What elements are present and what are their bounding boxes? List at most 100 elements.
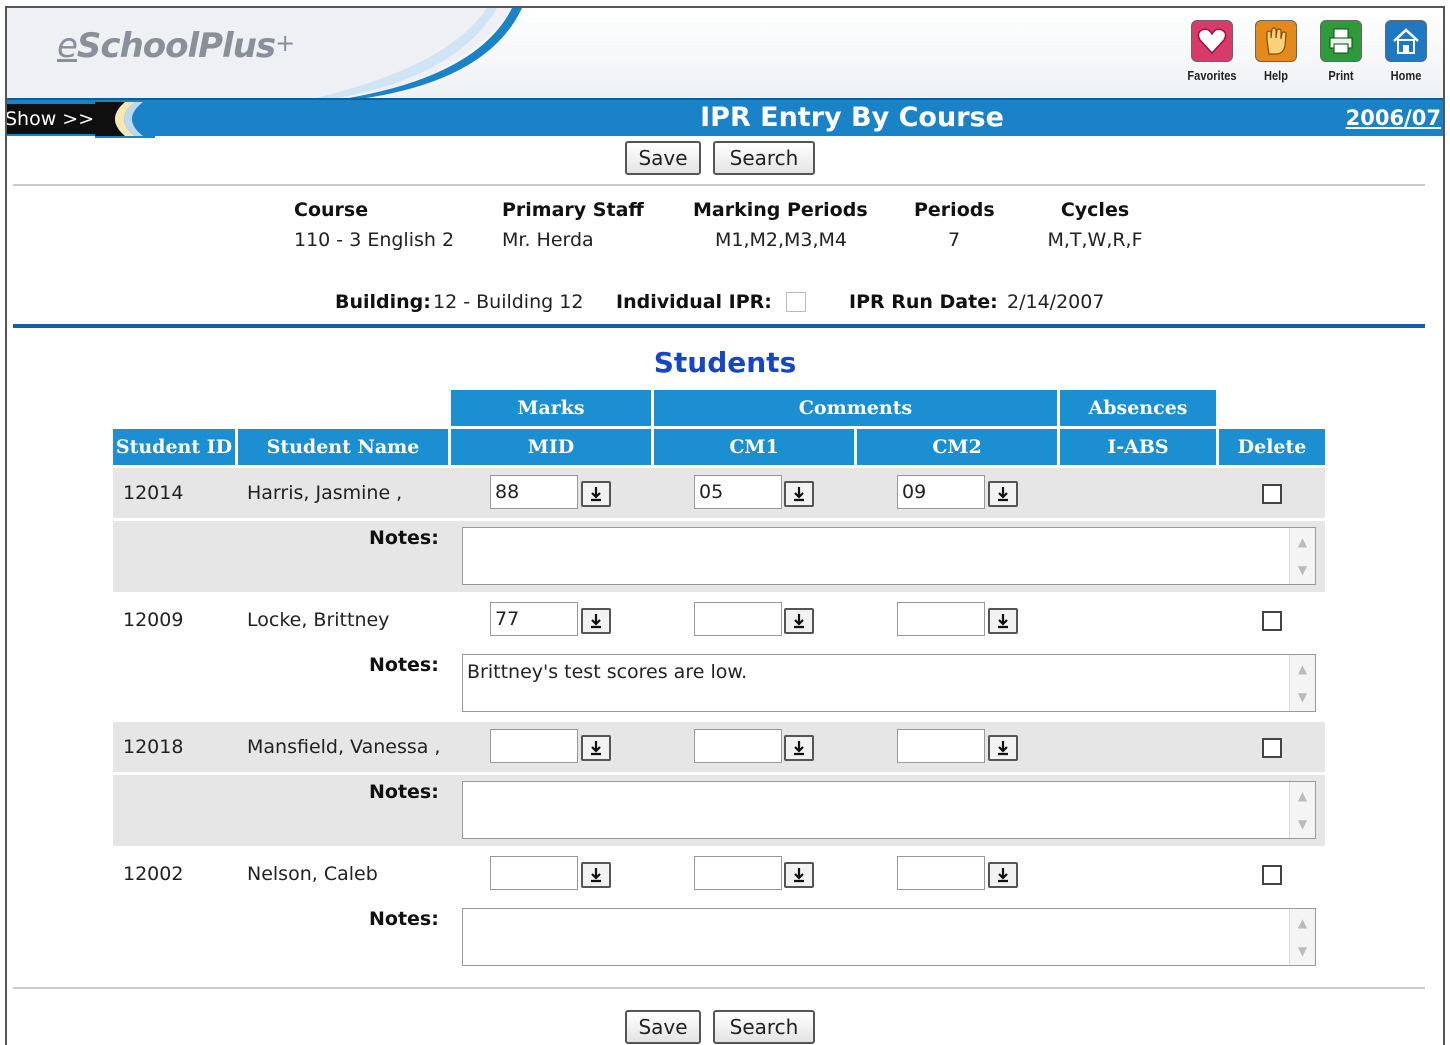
mid-input[interactable]: 77: [490, 602, 578, 636]
cm2-dropdown-button[interactable]: [988, 481, 1018, 507]
printer-icon: [1320, 20, 1362, 62]
scroll-down-icon[interactable]: ▼: [1290, 810, 1315, 838]
arrow-down-icon: [591, 868, 601, 883]
cycles-value: M,T,W,R,F: [1047, 229, 1143, 251]
arrow-down-icon: [591, 741, 601, 756]
notes-textarea[interactable]: ▲ ▼: [462, 781, 1316, 839]
scrollbar[interactable]: ▲ ▼: [1289, 909, 1315, 965]
student-name: Locke, Brittney: [247, 609, 390, 631]
scroll-up-icon[interactable]: ▲: [1290, 909, 1315, 937]
notes-textarea[interactable]: Brittney's test scores are low. ▲ ▼: [462, 654, 1316, 712]
arrow-down-icon: [998, 487, 1008, 502]
cm2-input[interactable]: [897, 856, 985, 890]
delete-checkbox[interactable]: [1262, 865, 1282, 885]
students-title: Students: [653, 346, 797, 379]
primary-staff-label: Primary Staff: [502, 199, 644, 221]
cm2-dropdown-button[interactable]: [988, 608, 1018, 634]
mid-dropdown-button[interactable]: [581, 735, 611, 761]
heart-icon: [1191, 20, 1233, 62]
individual-ipr-label: Individual IPR:: [616, 291, 772, 313]
arrow-down-icon: [591, 614, 601, 629]
delete-checkbox[interactable]: [1262, 611, 1282, 631]
delete-checkbox[interactable]: [1262, 738, 1282, 758]
save-button-top[interactable]: Save: [625, 141, 701, 175]
building-label: Building:: [335, 291, 431, 313]
notes-textarea[interactable]: ▲ ▼: [462, 527, 1316, 585]
marks-group-header: Marks: [451, 390, 651, 426]
divider: [13, 184, 1425, 186]
divider: [13, 987, 1425, 989]
cm1-dropdown-button[interactable]: [784, 862, 814, 888]
scroll-down-icon[interactable]: ▼: [1290, 937, 1315, 965]
student-id-header: Student ID: [113, 429, 235, 465]
title-bar: Show >> IPR Entry By Course 2006/07: [7, 98, 1443, 138]
cm2-dropdown-button[interactable]: [988, 862, 1018, 888]
periods-value: 7: [947, 229, 961, 251]
hand-icon: [1255, 20, 1297, 62]
arrow-down-icon: [998, 614, 1008, 629]
mid-dropdown-button[interactable]: [581, 481, 611, 507]
cm2-header: CM2: [857, 429, 1057, 465]
student-id: 12009: [123, 609, 184, 631]
cm1-dropdown-button[interactable]: [784, 735, 814, 761]
cm1-header: CM1: [654, 429, 854, 465]
scroll-down-icon[interactable]: ▼: [1290, 683, 1315, 711]
individual-ipr-checkbox[interactable]: [786, 292, 806, 312]
mid-input[interactable]: [490, 856, 578, 890]
cm1-input[interactable]: [694, 729, 782, 763]
course-label: Course: [294, 199, 369, 221]
notes-label: Notes:: [369, 908, 439, 930]
mid-input[interactable]: [490, 729, 578, 763]
notes-label: Notes:: [369, 781, 439, 803]
cm2-input[interactable]: 09: [897, 475, 985, 509]
favorites-button[interactable]: Favorites: [1182, 20, 1242, 83]
home-button[interactable]: Home: [1376, 20, 1436, 83]
cm2-dropdown-button[interactable]: [988, 735, 1018, 761]
notes-textarea[interactable]: ▲ ▼: [462, 908, 1316, 966]
cm2-input[interactable]: [897, 729, 985, 763]
eschoolplus-logo: eSchoolPlus+: [57, 26, 295, 66]
marking-periods-label: Marking Periods: [693, 199, 868, 221]
scroll-up-icon[interactable]: ▲: [1290, 655, 1315, 683]
absences-group-header: Absences: [1060, 390, 1216, 426]
page-title: IPR Entry By Course: [700, 102, 1004, 133]
delete-header: Delete: [1219, 429, 1325, 465]
scrollbar[interactable]: ▲ ▼: [1289, 655, 1315, 711]
app-header: eSchoolPlus+ Favorites Help Print Home: [7, 8, 1443, 100]
delete-checkbox[interactable]: [1262, 484, 1282, 504]
ipr-run-date-label: IPR Run Date:: [849, 291, 998, 313]
mid-input[interactable]: 88: [490, 475, 578, 509]
search-button-top[interactable]: Search: [713, 141, 815, 175]
house-icon: [1385, 20, 1427, 62]
scrollbar[interactable]: ▲ ▼: [1289, 782, 1315, 838]
notes-text: Brittney's test scores are low.: [467, 661, 748, 683]
student-id: 12002: [123, 863, 184, 885]
cm1-dropdown-button[interactable]: [784, 481, 814, 507]
save-button-bottom[interactable]: Save: [625, 1010, 701, 1044]
mid-dropdown-button[interactable]: [581, 862, 611, 888]
course-value: 110 - 3 English 2: [294, 229, 455, 251]
search-button-bottom[interactable]: Search: [713, 1010, 815, 1044]
scroll-up-icon[interactable]: ▲: [1290, 528, 1315, 556]
arrow-down-icon: [998, 868, 1008, 883]
section-divider: [13, 324, 1425, 328]
student-name: Harris, Jasmine ,: [247, 482, 403, 504]
help-button[interactable]: Help: [1246, 20, 1306, 83]
scroll-down-icon[interactable]: ▼: [1290, 556, 1315, 584]
school-year-link[interactable]: 2006/07: [1346, 106, 1441, 130]
print-button[interactable]: Print: [1311, 20, 1371, 83]
notes-label: Notes:: [369, 527, 439, 549]
scroll-up-icon[interactable]: ▲: [1290, 782, 1315, 810]
cm1-input[interactable]: [694, 856, 782, 890]
cm1-input[interactable]: [694, 602, 782, 636]
ipr-run-date-value: 2/14/2007: [1007, 291, 1105, 313]
scrollbar[interactable]: ▲ ▼: [1289, 528, 1315, 584]
app-window: eSchoolPlus+ Favorites Help Print Home S…: [5, 6, 1445, 1045]
iabs-header: I-ABS: [1060, 429, 1216, 465]
arrow-down-icon: [794, 741, 804, 756]
cm1-input[interactable]: 05: [694, 475, 782, 509]
mid-dropdown-button[interactable]: [581, 608, 611, 634]
cm2-input[interactable]: [897, 602, 985, 636]
cm1-dropdown-button[interactable]: [784, 608, 814, 634]
student-name-header: Student Name: [238, 429, 448, 465]
